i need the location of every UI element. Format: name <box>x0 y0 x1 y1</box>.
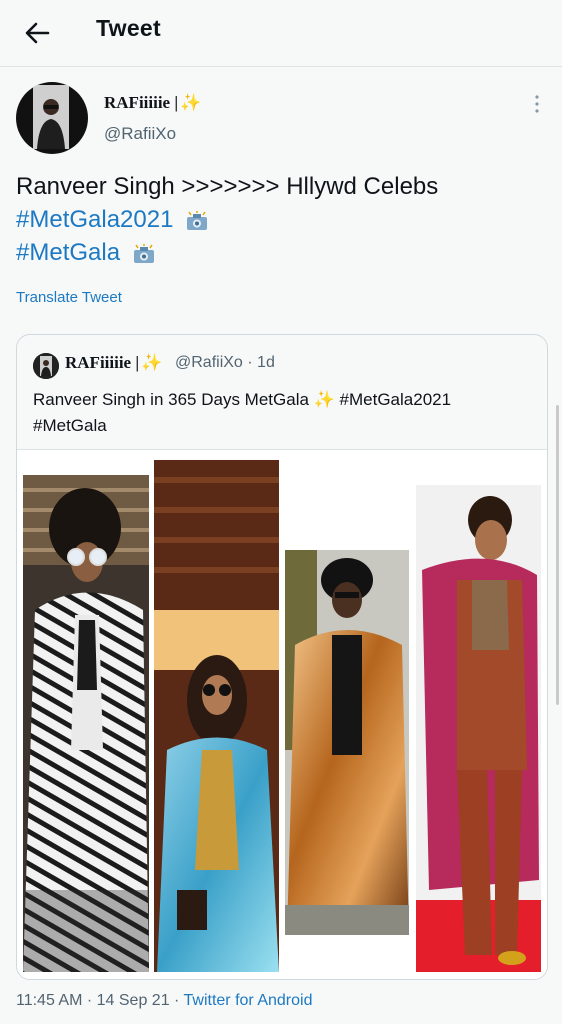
scrollbar[interactable] <box>556 405 559 705</box>
quoted-author-name: RAFiiiiie | ✨ <box>65 353 163 372</box>
top-bar: Tweet <box>0 0 562 67</box>
source-link[interactable]: Twitter for Android <box>184 992 313 1009</box>
tweet-text: Ranveer Singh >>>>>>> Hllywd Celebs #Met… <box>16 170 546 269</box>
page-title: Tweet <box>96 15 161 41</box>
collage-photo[interactable] <box>17 450 547 979</box>
tweet-timestamp: 11:45 AM · 14 Sep 21 · Twitter for Andro… <box>16 992 313 1009</box>
photo-panel-zebra-suit <box>23 475 149 972</box>
tweet-text-line: Ranveer Singh >>>>>>> Hllywd Celebs <box>16 173 439 200</box>
quoted-avatar <box>33 353 59 379</box>
more-options-icon[interactable] <box>530 94 544 114</box>
quoted-tweet-text: Ranveer Singh in 365 Days MetGala ✨ #Met… <box>33 387 533 439</box>
quoted-handle-time: @RafiiXo · 1d <box>175 354 275 371</box>
photo-panel-magenta-suit <box>416 485 541 972</box>
avatar-photo <box>33 85 69 149</box>
quoted-tweet-card[interactable]: RAFiiiiie | ✨ @RafiiXo · 1d Ranveer Singh… <box>16 334 548 980</box>
translate-tweet-link[interactable]: Translate Tweet <box>16 289 122 306</box>
photo-panel-teal-robe <box>154 460 279 972</box>
photo-panel-copper-coat <box>285 550 409 935</box>
author-handle[interactable]: @RafiiXo <box>104 124 176 144</box>
quoted-text-line: Ranveer Singh in 365 Days MetGala ✨ #Met… <box>33 390 452 409</box>
camera-flash-emoji-icon <box>133 243 154 263</box>
sparkles-emoji: ✨ <box>180 93 202 112</box>
arrow-left-icon[interactable] <box>22 18 52 48</box>
hashtag-link[interactable]: #MetGala <box>16 239 120 266</box>
sparkles-emoji: ✨ <box>141 353 163 372</box>
hashtag-link[interactable]: #MetGala2021 <box>16 206 173 233</box>
camera-flash-emoji-icon <box>187 210 208 230</box>
author-name[interactable]: RAFiiiiie | ✨ <box>104 93 201 113</box>
avatar[interactable] <box>16 82 88 154</box>
quoted-text-line: #MetGala <box>33 416 107 435</box>
